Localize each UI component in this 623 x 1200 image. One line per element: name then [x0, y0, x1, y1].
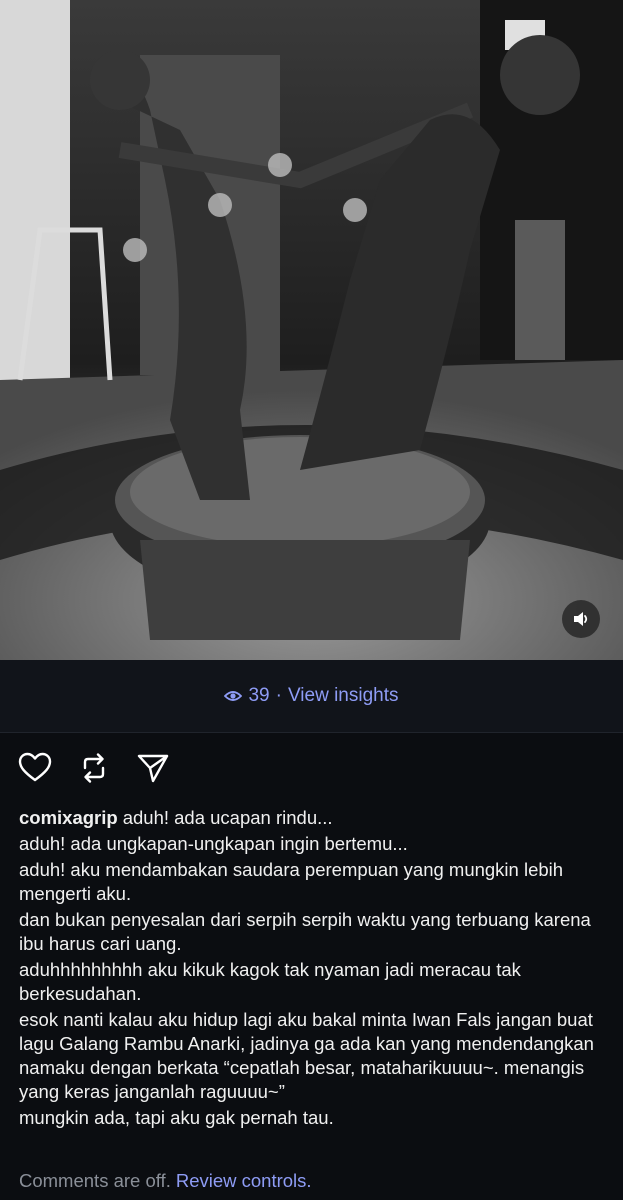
speaker-icon: [571, 609, 591, 629]
statue-photo: [0, 0, 623, 660]
mute-toggle-button[interactable]: [562, 600, 600, 638]
comments-status: Comments are off. Review controls.: [19, 1170, 312, 1192]
post-actions: [18, 748, 196, 788]
caption-line: esok nanti kalau aku hidup lagi aku baka…: [19, 1009, 594, 1102]
send-icon: [137, 754, 169, 783]
caption-line: aduh! aku mendambakan saudara perempuan …: [19, 859, 564, 904]
share-button[interactable]: [136, 751, 170, 785]
caption-line: aduh! ada ungkapan-ungkapan ingin bertem…: [19, 833, 408, 854]
comments-off-text: Comments are off.: [19, 1170, 171, 1191]
caption-first-line: comixagrip aduh! ada ucapan rindu...: [19, 806, 609, 830]
post-photo[interactable]: [0, 0, 623, 660]
caption-line: dan bukan penyesalan dari serpih serpih …: [19, 909, 591, 954]
like-button[interactable]: [18, 751, 52, 785]
view-count: 39: [248, 685, 270, 706]
repost-icon: [83, 753, 105, 783]
separator: ·: [275, 685, 282, 706]
post-caption: comixagrip aduh! ada ucapan rindu... aduh…: [19, 806, 609, 1132]
username-link[interactable]: comixagrip: [19, 807, 118, 828]
caption-line: aduhhhhhhhhh aku kikuk kagok tak nyaman …: [19, 959, 521, 1004]
eye-icon: [224, 689, 243, 703]
review-controls-link[interactable]: Review controls.: [176, 1170, 312, 1191]
insights-bar[interactable]: 39 · View insights: [0, 660, 623, 733]
caption-line: mungkin ada, tapi aku gak pernah tau.: [19, 1107, 334, 1128]
view-insights-link[interactable]: View insights: [288, 685, 399, 707]
caption-text: aduh! ada ucapan rindu...: [122, 807, 333, 828]
heart-icon: [18, 752, 52, 782]
repost-button[interactable]: [78, 751, 110, 785]
